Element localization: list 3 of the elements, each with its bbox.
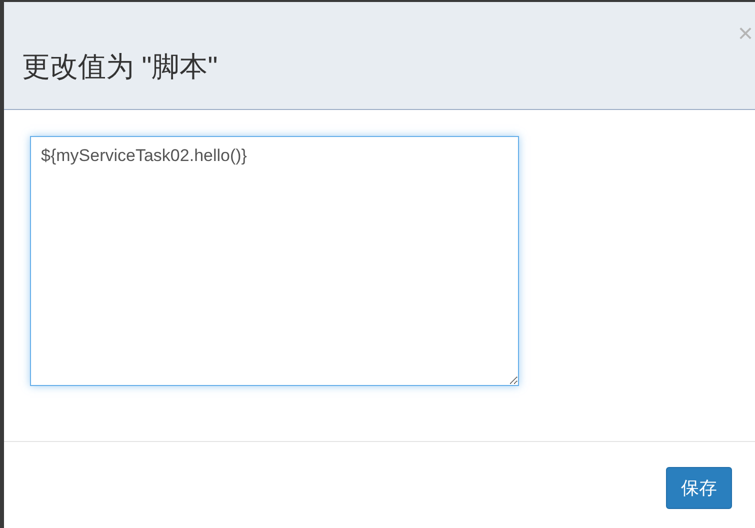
save-button[interactable]: 保存 [666,467,732,509]
script-field[interactable]: ${myServiceTask02.hello()} [30,136,519,386]
dialog-title: 更改值为 "脚本" [22,50,218,84]
